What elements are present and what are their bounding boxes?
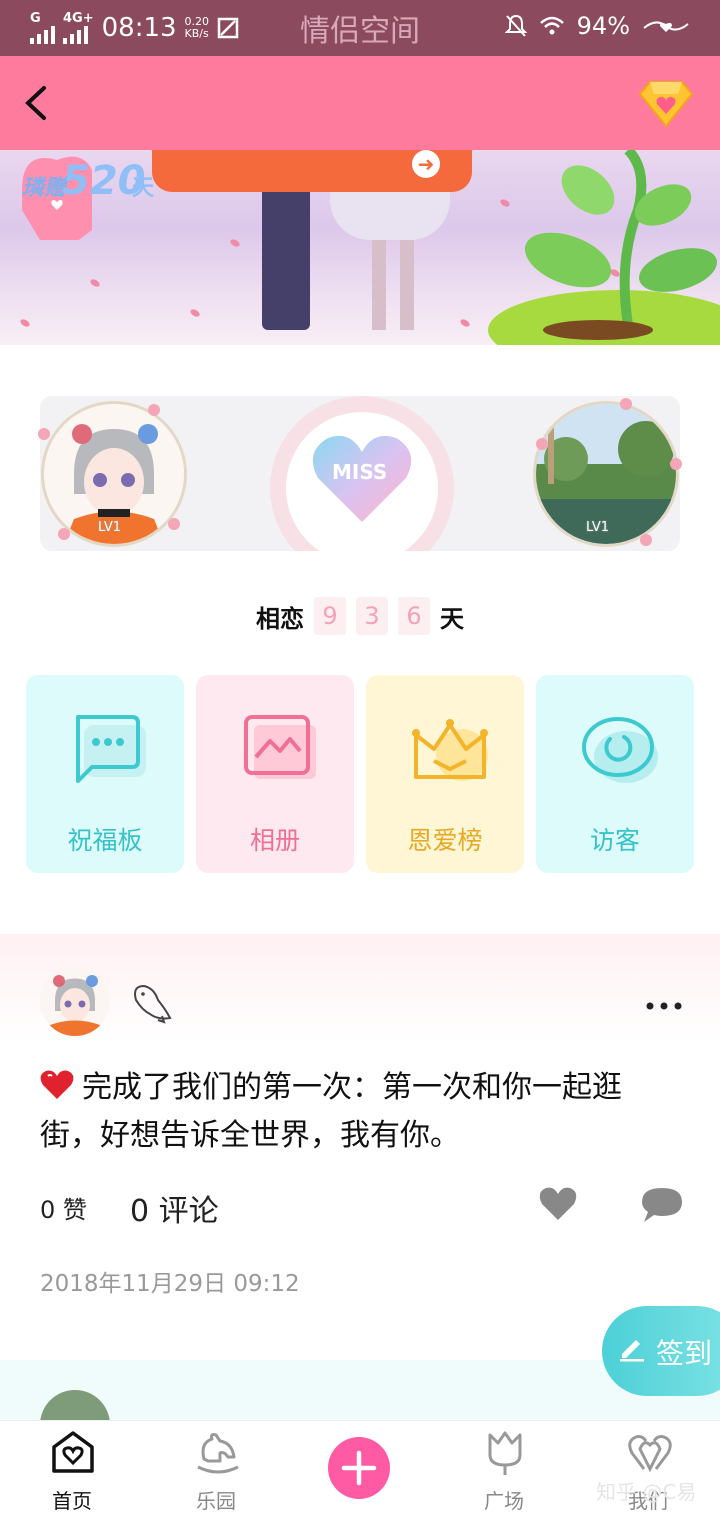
rocking-horse-icon (197, 1433, 239, 1474)
tulip-icon (488, 1431, 522, 1475)
banner-figure-legs (372, 240, 386, 330)
back-icon[interactable] (14, 80, 60, 126)
banner-figure-legs-2 (400, 240, 414, 330)
battery-heart-icon (643, 21, 689, 32)
watermark: 知乎 @C易 (596, 1480, 697, 1504)
nav-label: 广场 (484, 1489, 524, 1513)
visitor-ring-icon (582, 717, 658, 783)
card-label: 恩爱榜 (407, 826, 483, 855)
chat-bubble-icon (76, 715, 146, 783)
love-ranking-card[interactable]: 恩爱榜 (366, 675, 524, 873)
post-timestamp: 2018年11月29日 09:12 (40, 1271, 300, 1297)
status-bar: G 4G+ 08:13 0.20 KB/s 情侣空间 94% (0, 0, 720, 56)
likes-label: 赞 (62, 1196, 87, 1224)
days-together: 相恋 9 3 6 天 (0, 596, 720, 636)
nav-label: 首页 (52, 1489, 92, 1513)
post-author-avatar[interactable] (40, 966, 110, 1036)
album-card[interactable]: 相册 (196, 675, 354, 873)
nav-home[interactable]: 首页 (12, 1421, 132, 1521)
level-badge-right: LV1 (586, 520, 609, 535)
left-avatar-wreath[interactable]: LV1 (38, 398, 190, 550)
diamond-vip-icon[interactable] (638, 78, 694, 128)
miss-label: MISS (332, 460, 388, 484)
likes-count: 0 赞 (40, 1190, 87, 1225)
days-unit: 天 (440, 604, 464, 633)
nav-square[interactable]: 广场 (444, 1421, 564, 1521)
arrow-right-icon[interactable]: ➜ (412, 150, 440, 178)
nav-park[interactable]: 乐园 (156, 1421, 276, 1521)
level-badge-left: LV1 (98, 520, 121, 535)
day-digit: 3 (356, 597, 388, 635)
anime-girl-avatar (40, 966, 110, 1036)
miss-button[interactable]: MISS (270, 396, 454, 551)
pencil-icon (620, 1340, 644, 1362)
right-avatar-wreath[interactable]: LV1 (530, 398, 682, 550)
visitors-card[interactable]: 访客 (536, 675, 694, 873)
crown-icon (412, 719, 488, 781)
app-header (0, 56, 720, 150)
day-digit: 6 (398, 597, 430, 635)
banner-figure-left (262, 180, 310, 330)
banner[interactable]: 璘赠 520 天 ➜ (0, 150, 720, 345)
status-right: 94% (504, 12, 690, 40)
like-heart-icon[interactable] (538, 1186, 578, 1222)
sign-in-button[interactable]: 签到 (602, 1306, 720, 1396)
card-label: 相册 (249, 826, 300, 855)
card-label: 祝福板 (67, 826, 143, 855)
red-heart-icon (40, 1070, 74, 1099)
post-text: 完成了我们的第一次：第一次和你一起逛街，好想告诉全世界，我有你。 (40, 1070, 622, 1153)
plant-illustration (488, 150, 720, 345)
photo-album-icon (244, 715, 316, 779)
comments-number: 0 (130, 1194, 150, 1229)
banner-badge-text: 璘赠 (22, 176, 67, 201)
blessing-board-card[interactable]: 祝福板 (26, 675, 184, 873)
comments-label: 评论 (158, 1194, 219, 1229)
double-heart-icon (628, 1435, 672, 1473)
sign-in-label: 签到 (656, 1337, 713, 1370)
post-content: 完成了我们的第一次：第一次和你一起逛街，好想告诉全世界，我有你。 (40, 1064, 680, 1160)
seal-mood-icon (134, 984, 172, 1024)
more-options-icon[interactable] (644, 990, 684, 1020)
nav-label: 乐园 (196, 1489, 236, 1513)
together-label: 相恋 (256, 604, 304, 633)
plus-icon (341, 1450, 377, 1486)
likes-number: 0 (40, 1196, 56, 1224)
comment-bubble-icon[interactable] (640, 1186, 684, 1224)
day-digit: 9 (314, 597, 346, 635)
wifi-icon (539, 16, 564, 35)
comments-count: 0 评论 (130, 1186, 219, 1230)
mute-bell-icon (504, 14, 527, 37)
banner-badge-unit: 天 (132, 176, 155, 201)
card-label: 访客 (589, 826, 640, 855)
battery-level: 94% (576, 12, 630, 40)
nav-us[interactable]: 我们 (588, 1421, 708, 1521)
home-heart-icon (52, 1431, 94, 1473)
add-button[interactable] (328, 1437, 390, 1499)
